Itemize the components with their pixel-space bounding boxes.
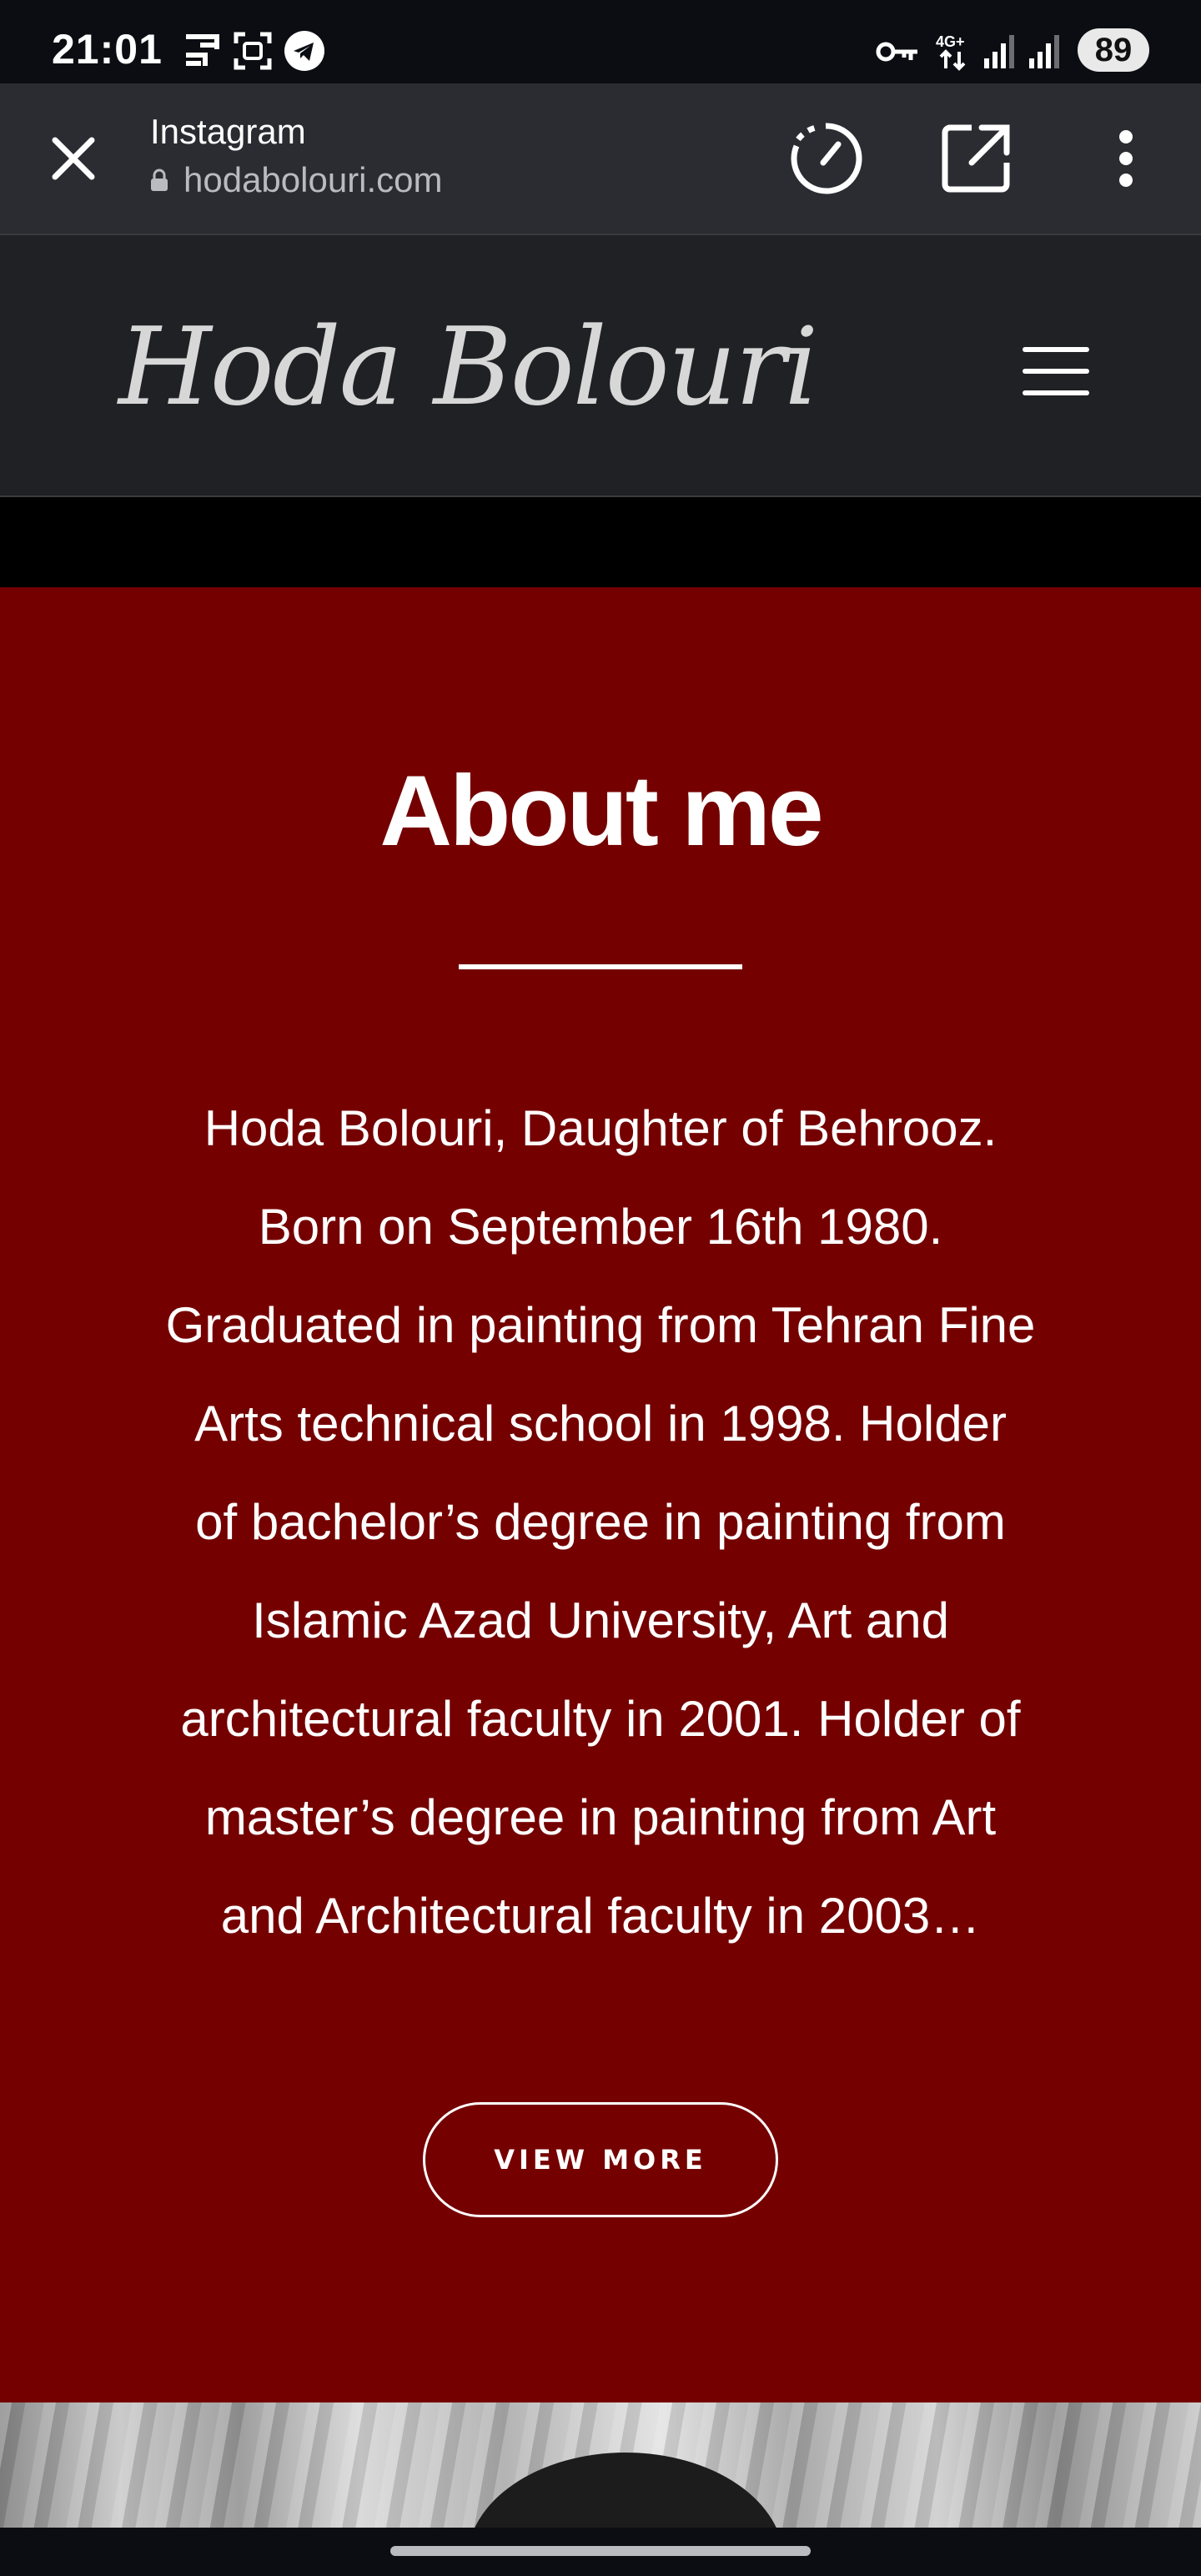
svg-text:4G+: 4G+ xyxy=(936,33,965,50)
cast-icon xyxy=(186,34,219,66)
data-saver-button[interactable] xyxy=(784,117,867,200)
data-saver-icon xyxy=(791,123,862,194)
signal-icon xyxy=(984,35,1014,68)
about-title: About me xyxy=(379,755,823,867)
close-icon[interactable] xyxy=(47,132,100,185)
site-header: Hoda Bolouri xyxy=(0,234,1201,497)
about-section: About me Hoda Bolouri, Daughter of Behro… xyxy=(0,587,1201,2402)
hamburger-icon[interactable] xyxy=(1023,347,1089,397)
browser-url[interactable]: hodabolouri.com xyxy=(150,160,443,200)
screenshot-icon xyxy=(234,32,272,70)
vpn-key-icon xyxy=(876,42,917,62)
status-time: 21:01 xyxy=(52,26,163,73)
open-external-button[interactable] xyxy=(934,117,1018,200)
open-external-icon xyxy=(942,124,1010,193)
view-more-button[interactable]: VIEW MORE xyxy=(423,2102,778,2217)
painting-image xyxy=(0,2402,1201,2528)
home-indicator[interactable] xyxy=(390,2546,811,2556)
system-nav-bar xyxy=(0,2528,1201,2576)
telegram-icon xyxy=(284,31,324,71)
title-divider xyxy=(459,964,742,969)
browser-toolbar: Instagram hodabolouri.com xyxy=(0,83,1201,234)
signal-icon-2 xyxy=(1029,35,1059,68)
header-spacer xyxy=(0,497,1201,587)
browser-page-title: Instagram xyxy=(150,112,306,151)
site-logo[interactable]: Hoda Bolouri xyxy=(118,305,818,430)
network-4g-icon: 4G+ xyxy=(936,33,966,71)
browser-url-text: hodabolouri.com xyxy=(183,160,443,199)
battery-icon: 89 xyxy=(1078,28,1149,72)
more-vert-icon xyxy=(1119,130,1133,187)
status-bar: 21:01 4G+ 89 xyxy=(0,0,1201,83)
lock-icon xyxy=(151,169,168,191)
more-options-button[interactable] xyxy=(1084,117,1168,200)
about-text: Hoda Bolouri, Daughter of Behrooz. Born … xyxy=(165,1100,1036,1944)
